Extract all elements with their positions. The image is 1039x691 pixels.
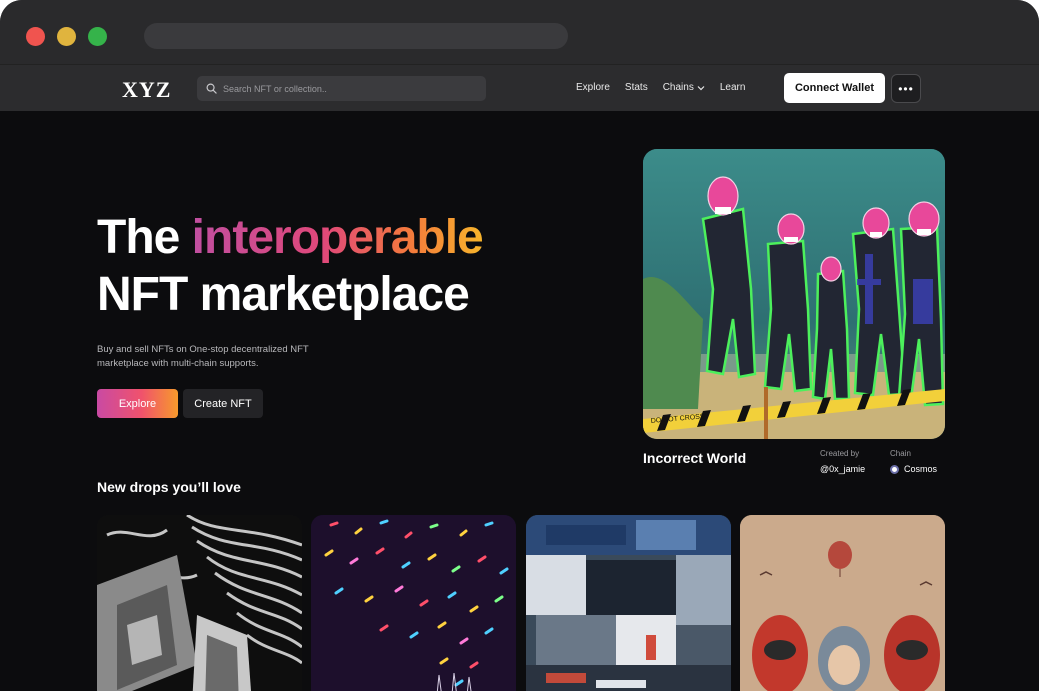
nav-link-explore[interactable]: Explore [576,82,610,93]
drop-card-1[interactable] [97,515,302,691]
site-header: XYZ Explore Stats Chains Learn Connect W… [0,64,1039,111]
creator-handle: @0x_jamie [820,464,866,474]
hero-title-highlight: interoperable [191,211,484,264]
chevron-down-icon [697,85,705,90]
new-drops-heading: New drops you’ll love [97,479,241,495]
explore-button[interactable]: Explore [97,389,178,418]
hero-title-plain: The [97,211,192,264]
connect-wallet-button[interactable]: Connect Wallet [784,73,885,103]
chain-name: Cosmos [904,464,938,474]
drop-card-2[interactable] [311,515,516,691]
address-bar[interactable] [144,23,568,49]
page-content: The interoperable NFT marketplace Buy an… [0,111,1039,691]
chain-value: Cosmos [890,464,937,474]
drop-artwork-2 [311,515,516,691]
hero-title-line2: NFT marketplace [97,268,470,321]
browser-titlebar [0,0,1039,64]
drop-artwork-1 [97,515,302,691]
close-window-button[interactable] [26,27,45,46]
main-nav: Explore Stats Chains Learn [576,82,760,93]
nav-link-learn[interactable]: Learn [720,82,746,93]
drop-card-3[interactable] [526,515,731,691]
nav-link-chains[interactable]: Chains [663,82,705,93]
search-input[interactable] [223,83,463,94]
hero-subtitle: Buy and sell NFTs on One-stop decentrali… [97,344,309,369]
chain-label: Chain [890,449,911,458]
created-by-label: Created by [820,449,860,458]
featured-nft-image[interactable]: DO NOT CROSS [643,149,945,439]
drop-card-4[interactable] [740,515,945,691]
search-icon [206,83,217,94]
drop-artwork-4 [740,515,945,691]
hero-title: The interoperable NFT marketplace [97,209,484,323]
featured-artwork: DO NOT CROSS [643,149,945,439]
site-logo[interactable]: XYZ [122,77,171,103]
nav-link-stats[interactable]: Stats [625,82,648,93]
browser-window: XYZ Explore Stats Chains Learn Connect W… [0,0,1039,691]
creator-link[interactable]: @0x_jamie [820,464,865,474]
search-box[interactable] [197,76,486,101]
cosmos-chain-icon [890,464,899,474]
create-nft-button[interactable]: Create NFT [183,389,263,418]
more-options-button[interactable]: ••• [891,74,921,103]
nav-link-chains-label: Chains [662,82,694,93]
featured-nft-title[interactable]: Incorrect World [643,450,746,466]
drop-artwork-3 [526,515,731,691]
maximize-window-button[interactable] [88,27,107,46]
minimize-window-button[interactable] [57,27,76,46]
